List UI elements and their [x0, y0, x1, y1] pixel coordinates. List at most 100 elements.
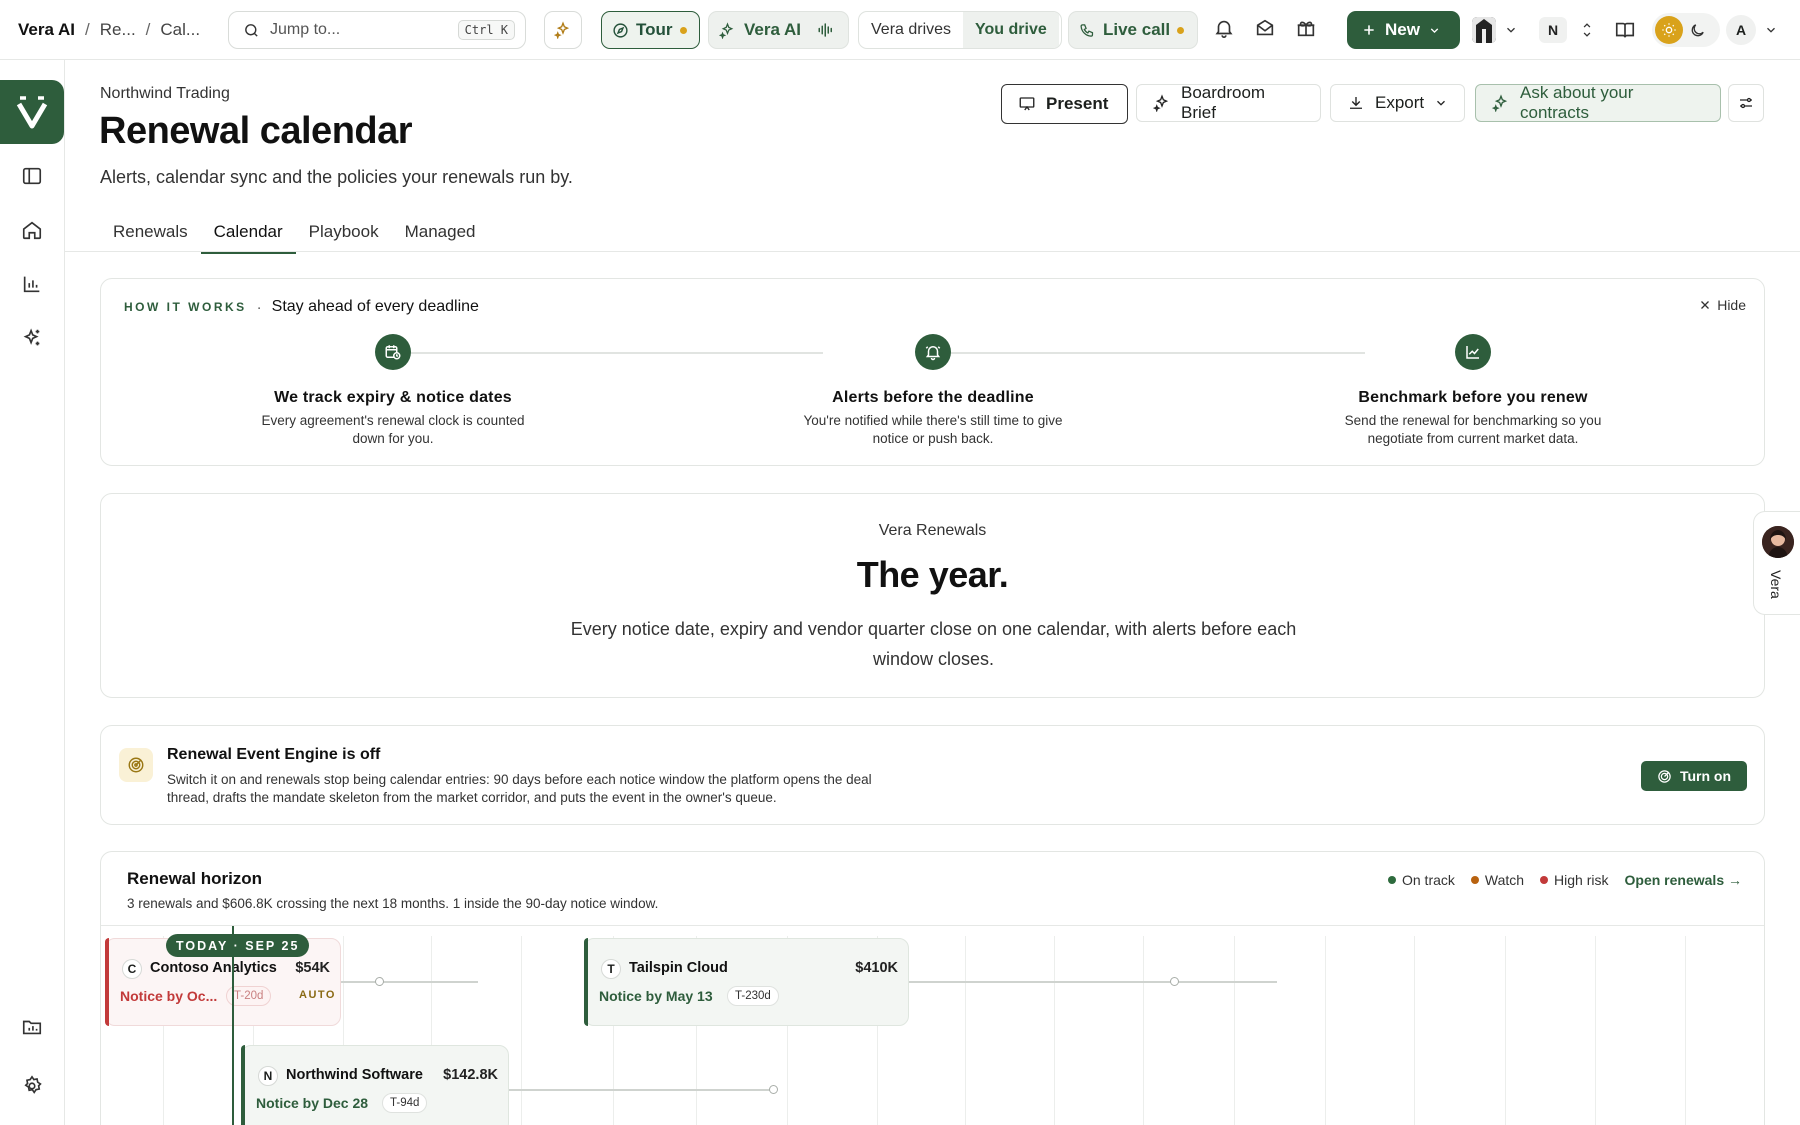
moon-icon[interactable]	[1689, 22, 1706, 39]
sliders-icon	[1737, 94, 1755, 112]
gift-icon[interactable]	[1295, 17, 1317, 39]
renewal-expiry-marker[interactable]	[375, 977, 384, 986]
book-icon[interactable]	[1614, 19, 1636, 41]
vendor-initial: T	[601, 959, 621, 979]
sparkle-icon[interactable]	[21, 327, 43, 349]
renewal-tail	[509, 1089, 774, 1091]
tab-bar: Renewals Calendar Playbook Managed	[100, 212, 489, 254]
settings-sliders-button[interactable]	[1728, 84, 1764, 122]
legend-swatch	[1470, 876, 1479, 884]
sidebar-toggle-icon[interactable]	[21, 165, 43, 187]
vendor-name: Tailspin Cloud	[629, 960, 728, 976]
tour-button[interactable]: Tour	[601, 11, 700, 49]
ai-sparkle-button[interactable]	[544, 11, 582, 49]
month-gridline	[965, 936, 966, 1125]
chevron-updown-icon[interactable]	[1580, 20, 1594, 40]
brand-logo[interactable]	[0, 80, 64, 144]
folder-chart-icon[interactable]	[21, 1016, 43, 1038]
gear-icon[interactable]	[21, 1075, 43, 1097]
event-engine-card: Renewal Event Engine is off Switch it on…	[100, 725, 1765, 825]
sparkle-icon	[1492, 94, 1510, 112]
vera-drives-option[interactable]: Vera drives	[859, 12, 963, 48]
ask-contracts-label: Ask about your contracts	[1520, 83, 1634, 122]
open-renewals-link[interactable]: Open renewals →	[1625, 872, 1742, 888]
how-it-works-card: HOW IT WORKS · Stay ahead of every deadl…	[100, 278, 1765, 466]
month-gridline	[1234, 936, 1235, 1125]
hide-label: Hide	[1717, 297, 1746, 313]
step-title: We track expiry & notice dates	[274, 389, 512, 406]
year-kicker: Vera Renewals	[878, 522, 987, 539]
sparkle-icon	[719, 21, 736, 39]
horizon-legend: On track Watch High risk Open renewals →	[1387, 872, 1742, 888]
org-name: Northwind Trading	[100, 85, 230, 102]
step-description: Send the renewal for benchmarking so you…	[1344, 413, 1602, 446]
notice-date: Notice by May 13	[599, 988, 713, 1004]
renewal-expiry-marker[interactable]	[1170, 977, 1179, 986]
year-headline: The year.	[856, 554, 1009, 595]
present-button[interactable]: Present	[1001, 84, 1128, 124]
renewal-event-tailspin[interactable]: T Tailspin Cloud $410K Notice by May 13 …	[584, 938, 909, 1026]
you-drive-option[interactable]: You drive	[963, 12, 1059, 48]
notice-date: Notice by Dec 28	[256, 1095, 369, 1111]
target-icon	[119, 748, 153, 782]
workspace-switcher[interactable]: N	[1539, 17, 1567, 43]
tab-managed[interactable]: Managed	[392, 212, 489, 252]
new-label: New	[1385, 20, 1420, 39]
bell-icon[interactable]	[1213, 17, 1235, 39]
turn-on-label: Turn on	[1679, 768, 1732, 784]
renewal-event-northwind[interactable]: N Northwind Software $142.8K Notice by D…	[241, 1045, 509, 1125]
turn-on-button[interactable]: Turn on	[1641, 761, 1747, 791]
search-input[interactable]: Jump to... Ctrl K	[228, 11, 526, 49]
renewal-expiry-marker[interactable]	[769, 1085, 778, 1094]
chevron-down-icon[interactable]	[1764, 23, 1778, 37]
month-gridline	[1143, 936, 1144, 1125]
year-body: Every notice date, expiry and vendor qua…	[570, 619, 1297, 669]
chevron-down-icon[interactable]	[1504, 23, 1518, 37]
month-gridline	[521, 936, 522, 1125]
top-bar: Vera AI / Re... / Cal... Jump to... Ctrl…	[0, 0, 1800, 60]
tab-calendar[interactable]: Calendar	[200, 212, 296, 254]
chevron-down-icon	[1434, 96, 1448, 110]
analytics-icon[interactable]	[21, 273, 43, 295]
close-icon	[1699, 299, 1711, 311]
sparkle-icon	[1153, 94, 1171, 112]
inbox-icon[interactable]	[1254, 17, 1276, 39]
year-hero-card: Vera Renewals The year. Every notice dat…	[100, 493, 1765, 698]
hide-button[interactable]: Hide	[1699, 297, 1746, 313]
month-gridline	[1685, 936, 1686, 1125]
waveform-icon[interactable]	[817, 21, 835, 39]
countdown-badge: T-94d	[382, 1093, 428, 1113]
org-avatar[interactable]	[1472, 17, 1496, 43]
breadcrumb-app[interactable]: Vera AI	[18, 20, 75, 40]
step-connector	[393, 352, 823, 354]
auto-renew-badge: AUTO	[299, 989, 336, 1001]
vera-avatar	[1762, 526, 1794, 558]
vera-assistant-tab[interactable]: Vera	[1753, 511, 1800, 615]
step-description: Every agreement's renewal clock is count…	[261, 413, 525, 446]
legend-label: Watch	[1484, 872, 1525, 888]
ask-contracts-button[interactable]: Ask about your contracts	[1475, 83, 1721, 122]
step-title: Alerts before the deadline	[832, 389, 1034, 406]
status-bar	[241, 1045, 245, 1125]
sun-icon[interactable]	[1655, 16, 1683, 44]
month-gridline	[1595, 936, 1596, 1125]
home-icon[interactable]	[21, 219, 43, 241]
boardroom-brief-button[interactable]: Boardroom Brief	[1136, 83, 1321, 122]
breadcrumb-calendar[interactable]: Cal...	[160, 20, 200, 40]
vera-ai-button[interactable]: Vera AI	[708, 11, 849, 49]
legend-item-high-risk: High risk	[1540, 872, 1609, 888]
new-button[interactable]: New	[1347, 11, 1460, 49]
legend-item-watch: Watch	[1470, 872, 1525, 888]
horizon-divider	[101, 925, 1764, 926]
compass-icon	[612, 22, 629, 39]
vendor-name: Contoso Analytics	[150, 960, 277, 976]
renewal-horizon-card: Renewal horizon 3 renewals and $606.8K c…	[100, 851, 1765, 1125]
tab-renewals[interactable]: Renewals	[100, 212, 201, 252]
breadcrumb-renewals[interactable]: Re...	[100, 20, 136, 40]
tabs-divider	[65, 251, 1800, 252]
live-call-button[interactable]: Live call	[1068, 11, 1198, 49]
tab-playbook[interactable]: Playbook	[296, 212, 392, 252]
user-avatar[interactable]: A	[1726, 15, 1756, 45]
notice-date: Notice by Oc...	[120, 988, 218, 1004]
export-button[interactable]: Export	[1330, 84, 1465, 122]
